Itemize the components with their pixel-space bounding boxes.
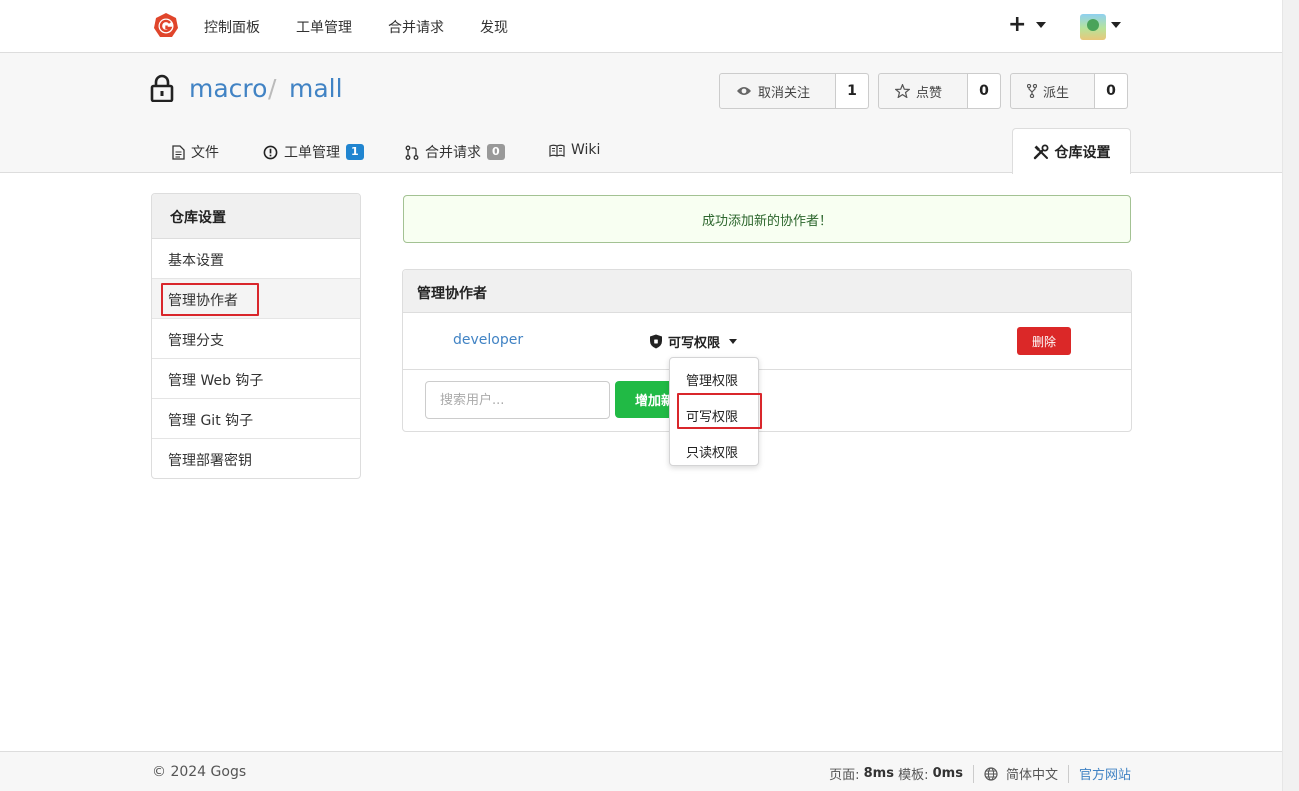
star-text: 点赞 <box>916 85 943 101</box>
unwatch-button[interactable]: 取消关注 1 <box>719 73 869 109</box>
book-icon <box>549 144 565 157</box>
collaborator-name-link[interactable]: developer <box>453 332 523 348</box>
tab-settings[interactable]: 仓库设置 <box>1012 128 1131 174</box>
star-label[interactable]: 点赞 <box>879 74 942 108</box>
file-icon <box>172 144 185 160</box>
star-button[interactable]: 点赞 0 <box>878 73 1001 109</box>
tab-files[interactable]: 文件 <box>172 142 219 162</box>
repo-name-link[interactable]: mall <box>289 74 343 103</box>
tab-wiki[interactable]: Wiki <box>549 142 600 158</box>
collaborators-panel: 管理协作者 developer 可写权限 删除 增加新 <box>402 269 1132 432</box>
tab-issues[interactable]: 工单管理 1 <box>263 142 364 162</box>
shield-icon <box>650 334 662 349</box>
repo-path-separator: / <box>268 74 277 103</box>
sidebar-item-webhooks[interactable]: 管理 Web 钩子 <box>152 359 360 399</box>
footer: © 2024 Gogs 页面: 8ms 模板: 0ms 简体中文 官方网站 <box>0 751 1282 791</box>
repo-owner-link[interactable]: macro <box>189 74 267 103</box>
footer-divider <box>972 764 974 783</box>
watch-count[interactable]: 1 <box>835 74 868 108</box>
tools-icon <box>1033 144 1048 159</box>
fork-button[interactable]: 派生 0 <box>1010 73 1128 109</box>
star-icon <box>895 84 910 98</box>
permission-dropdown-toggle[interactable]: 可写权限 <box>649 332 738 351</box>
permission-dropdown-menu: 管理权限 可写权限 只读权限 <box>669 357 759 466</box>
chevron-down-icon[interactable] <box>1036 22 1046 28</box>
sidebar-item-deploy-keys[interactable]: 管理部署密钥 <box>152 439 360 478</box>
tab-files-label: 文件 <box>191 145 219 161</box>
sidebar-item-collaborators[interactable]: 管理协作者 <box>152 279 360 319</box>
sidebar-item-options[interactable]: 基本设置 <box>152 239 360 279</box>
page-scrollbar[interactable] <box>1282 0 1299 791</box>
dropdown-option-write[interactable]: 可写权限 <box>670 396 758 432</box>
footer-copyright: © 2024 Gogs <box>152 764 247 780</box>
globe-icon <box>984 766 998 781</box>
template-time-label: 模板: <box>898 768 929 783</box>
unwatch-text: 取消关注 <box>758 85 811 101</box>
fork-count[interactable]: 0 <box>1094 74 1127 108</box>
tab-pulls-label: 合并请求 <box>425 145 481 161</box>
unwatch-label[interactable]: 取消关注 <box>720 74 810 108</box>
official-site-link[interactable]: 官方网站 <box>1079 764 1131 783</box>
sidebar-title: 仓库设置 <box>152 194 360 239</box>
sidebar-item-branches[interactable]: 管理分支 <box>152 319 360 359</box>
fork-label[interactable]: 派生 <box>1011 74 1069 108</box>
success-message-text: 成功添加新的协作者！ <box>701 213 832 229</box>
success-message: 成功添加新的协作者！ <box>403 195 1131 243</box>
tab-settings-label: 仓库设置 <box>1054 144 1111 161</box>
page-time-value: 8ms <box>863 766 894 781</box>
pulls-count-badge: 0 <box>487 144 505 160</box>
fork-icon <box>1027 84 1037 98</box>
tab-wiki-label: Wiki <box>571 142 601 158</box>
collaborator-row: developer 可写权限 删除 <box>403 313 1131 370</box>
eye-icon <box>737 87 751 95</box>
footer-info: 页面: 8ms 模板: 0ms 简体中文 官方网站 <box>829 764 1131 783</box>
issue-icon <box>263 145 278 159</box>
page-time-label: 页面: <box>829 768 860 783</box>
dropdown-option-read[interactable]: 只读权限 <box>670 432 758 468</box>
collaborators-panel-title: 管理协作者 <box>403 270 1131 313</box>
dropdown-option-admin[interactable]: 管理权限 <box>670 360 758 396</box>
sidebar-item-git-hooks[interactable]: 管理 Git 钩子 <box>152 399 360 439</box>
nav-pulls[interactable]: 合并请求 <box>388 17 444 37</box>
tab-pulls[interactable]: 合并请求 0 <box>405 142 505 162</box>
pull-request-icon <box>405 145 419 160</box>
template-time-value: 0ms <box>932 766 963 781</box>
issues-count-badge: 1 <box>346 144 364 160</box>
search-user-input[interactable] <box>425 381 610 419</box>
language-selector[interactable]: 简体中文 <box>1006 764 1058 783</box>
avatar-face <box>1087 19 1099 31</box>
tab-issues-label: 工单管理 <box>284 145 340 161</box>
top-navbar: 控制面板 工单管理 合并请求 发现 + <box>0 0 1282 53</box>
chevron-down-icon[interactable] <box>1111 22 1121 28</box>
settings-sidebar: 仓库设置 基本设置 管理协作者 管理分支 管理 Web 钩子 管理 Git 钩子… <box>151 193 361 479</box>
nav-explore[interactable]: 发现 <box>480 17 508 37</box>
nav-issues[interactable]: 工单管理 <box>296 17 352 37</box>
create-new-button[interactable]: + <box>1008 13 1026 37</box>
add-collaborator-row: 增加新 <box>403 370 1131 431</box>
gogs-logo-icon[interactable] <box>152 12 180 40</box>
nav-dashboard[interactable]: 控制面板 <box>204 17 260 37</box>
star-count[interactable]: 0 <box>967 74 1000 108</box>
delete-collaborator-button[interactable]: 删除 <box>1017 327 1071 355</box>
fork-text: 派生 <box>1043 85 1070 101</box>
permission-value: 可写权限 <box>668 336 721 351</box>
user-avatar[interactable] <box>1080 14 1106 40</box>
lock-icon <box>150 74 174 102</box>
footer-divider <box>1067 764 1069 783</box>
chevron-down-icon <box>729 339 738 344</box>
